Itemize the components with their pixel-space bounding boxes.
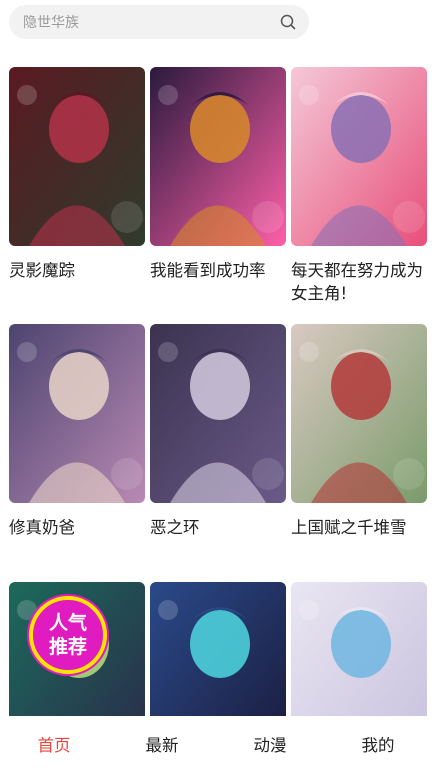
comic-title[interactable]: 我能看到成功率 <box>150 259 286 282</box>
bottom-tab-bar: 首页 最新 动漫 我的 <box>0 716 432 771</box>
popular-recommend-badge: 人气 推荐 <box>29 596 107 674</box>
comic-cover[interactable] <box>150 324 286 503</box>
comic-title[interactable]: 每天都在努力成为女主角! <box>291 259 427 305</box>
search-bar[interactable]: 隐世华族 <box>9 5 309 39</box>
search-icon[interactable] <box>279 13 297 31</box>
comic-title[interactable]: 上国赋之千堆雪 <box>291 516 427 539</box>
badge-line: 人气 <box>48 612 87 634</box>
tab-anime[interactable]: 动漫 <box>216 716 324 771</box>
comic-cover[interactable] <box>291 324 427 503</box>
cover-art <box>150 67 286 246</box>
tab-mine[interactable]: 我的 <box>324 716 432 771</box>
badge-line: 推荐 <box>48 636 87 658</box>
tab-latest[interactable]: 最新 <box>108 716 216 771</box>
comic-cover[interactable] <box>9 324 145 503</box>
comic-card[interactable]: 我能看到成功率 <box>150 67 286 282</box>
comic-card[interactable]: 灵影魔踪 <box>9 67 145 282</box>
comic-card[interactable]: 上国赋之千堆雪 <box>291 324 427 539</box>
search-input[interactable]: 隐世华族 <box>23 12 279 32</box>
cover-art <box>9 67 145 246</box>
comic-card[interactable]: 修真奶爸 <box>9 324 145 539</box>
cover-art <box>291 67 427 246</box>
comic-cover[interactable] <box>291 67 427 246</box>
comic-cover[interactable] <box>9 67 145 246</box>
tab-home[interactable]: 首页 <box>0 716 108 771</box>
comic-cover[interactable] <box>150 67 286 246</box>
cover-art <box>9 324 145 503</box>
comic-card[interactable]: 每天都在努力成为女主角! <box>291 67 427 305</box>
cover-art <box>150 324 286 503</box>
cover-art <box>291 324 427 503</box>
comic-title[interactable]: 修真奶爸 <box>9 516 145 539</box>
comic-title[interactable]: 恶之环 <box>150 516 286 539</box>
comic-title[interactable]: 灵影魔踪 <box>9 259 145 282</box>
comic-card[interactable]: 恶之环 <box>150 324 286 539</box>
